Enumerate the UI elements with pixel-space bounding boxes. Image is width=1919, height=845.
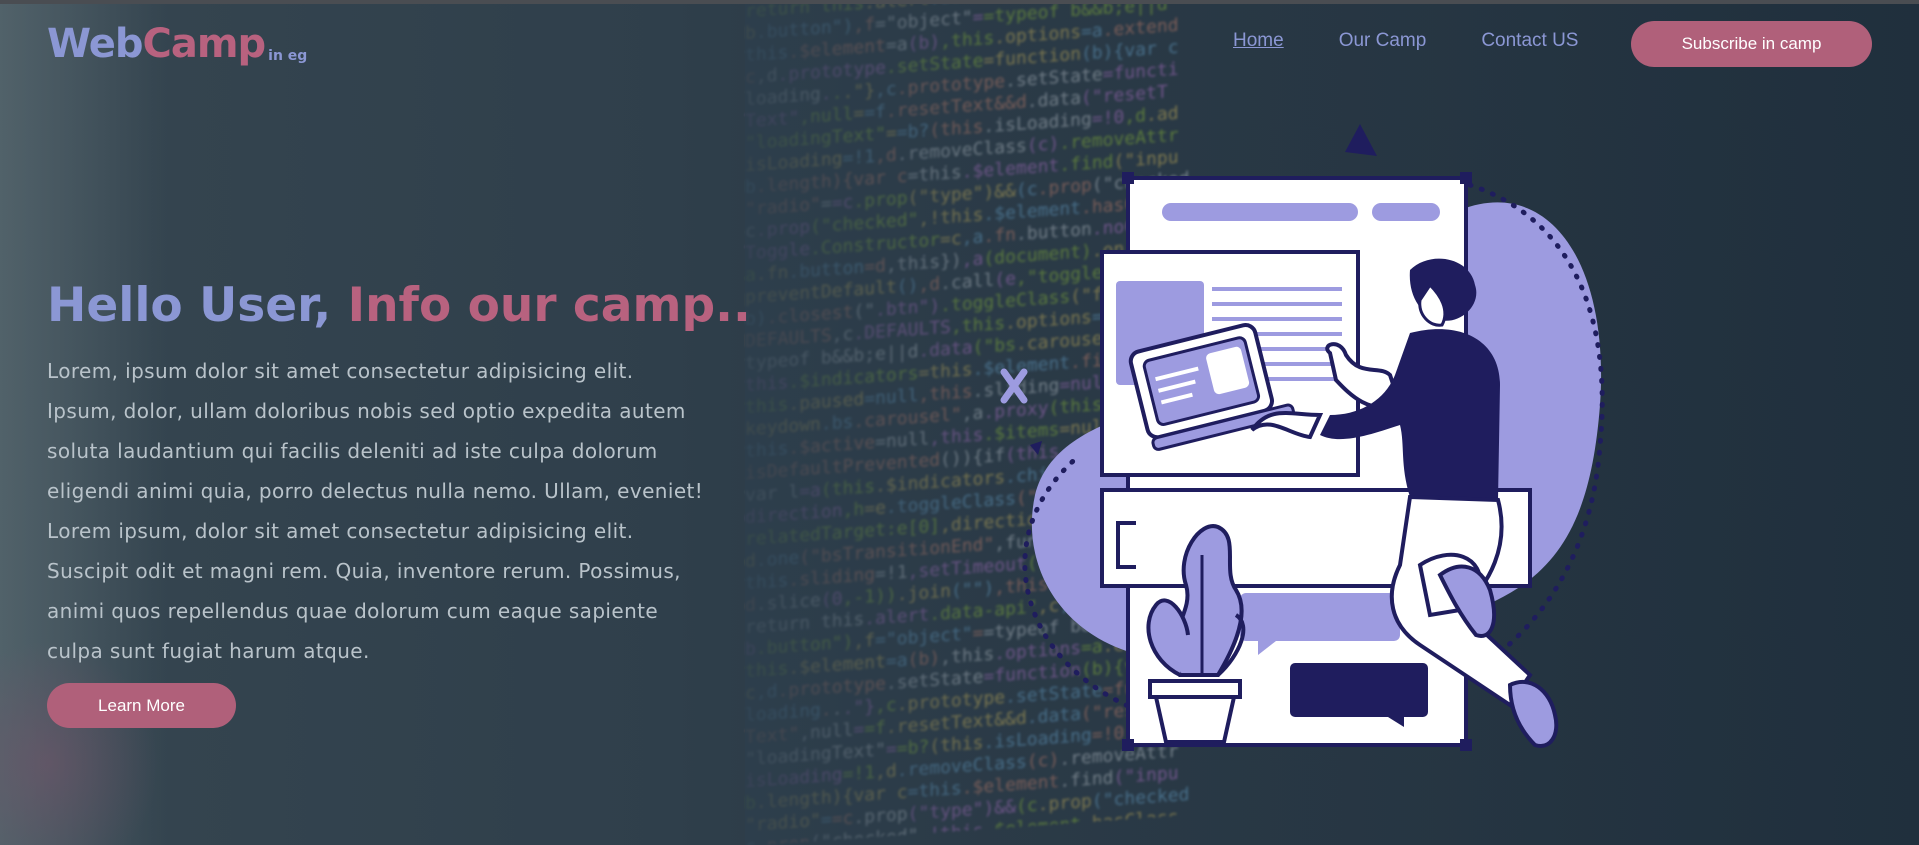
hero-paragraph: Lorem, ipsum dolor sit amet consectetur … xyxy=(47,359,704,663)
close-cross-icon xyxy=(1000,368,1028,404)
logo-subtitle: in eg xyxy=(268,48,308,64)
nav-link-contact-us[interactable]: Contact US xyxy=(1481,30,1578,52)
logo-camp-text: Camp xyxy=(142,21,266,67)
logo[interactable]: Web Camp in eg xyxy=(47,22,307,66)
small-triangle-icon xyxy=(1030,441,1042,455)
hero-title-greeting: Hello User, xyxy=(47,278,348,333)
subscribe-button[interactable]: Subscribe in camp xyxy=(1631,21,1872,67)
top-strip xyxy=(0,0,1919,4)
hero-title: Hello User, Info our camp.. xyxy=(47,276,751,336)
learn-more-button[interactable]: Learn More xyxy=(47,683,236,728)
nav-link-home[interactable]: Home xyxy=(1233,30,1284,52)
hero-title-highlight: Info our camp.. xyxy=(347,278,751,333)
main-nav: Home Our Camp Contact US xyxy=(1233,30,1578,52)
triangle-icon xyxy=(1345,124,1377,156)
hero-illustration xyxy=(1000,124,1605,751)
logo-web-text: Web xyxy=(47,21,143,67)
nav-link-our-camp[interactable]: Our Camp xyxy=(1339,30,1427,52)
